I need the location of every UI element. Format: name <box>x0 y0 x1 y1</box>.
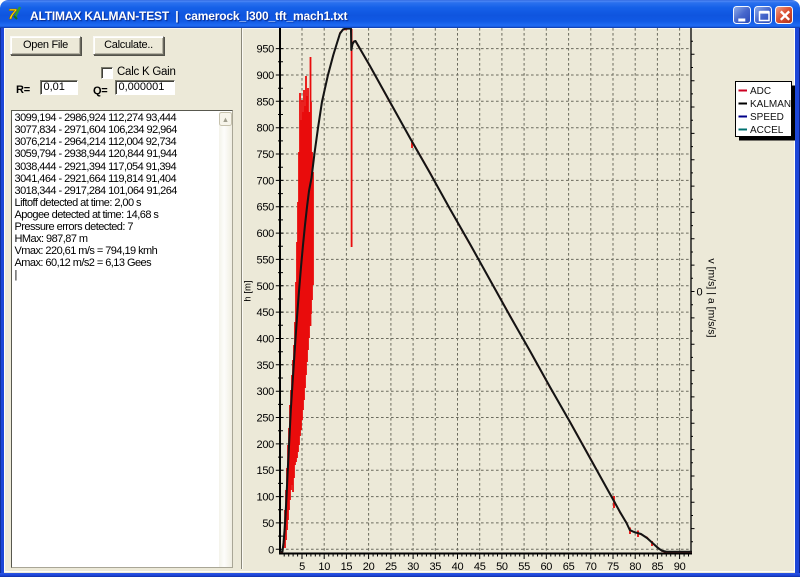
svg-text:400: 400 <box>257 334 275 346</box>
svg-text:900: 900 <box>257 70 275 82</box>
svg-text:45: 45 <box>474 561 486 573</box>
svg-text:ACCEL: ACCEL <box>750 125 784 136</box>
svg-text:500: 500 <box>257 281 275 293</box>
svg-text:SPEED: SPEED <box>750 112 784 123</box>
svg-text:50: 50 <box>496 561 508 573</box>
svg-text:800: 800 <box>257 123 275 135</box>
svg-text:0: 0 <box>697 287 703 299</box>
svg-text:60: 60 <box>540 561 552 573</box>
svg-text:450: 450 <box>257 307 275 319</box>
svg-text:850: 850 <box>257 96 275 108</box>
svg-text:25: 25 <box>385 561 397 573</box>
svg-text:950: 950 <box>257 44 275 56</box>
svg-text:55: 55 <box>518 561 530 573</box>
svg-text:350: 350 <box>257 360 275 372</box>
svg-text:150: 150 <box>257 465 275 477</box>
svg-text:650: 650 <box>257 202 275 214</box>
svg-text:0: 0 <box>268 544 274 556</box>
svg-text:700: 700 <box>257 175 275 187</box>
svg-text:65: 65 <box>563 561 575 573</box>
svg-text:v [m/s] | a [m/s/s]: v [m/s] | a [m/s/s] <box>706 258 718 337</box>
svg-text:5: 5 <box>299 561 305 573</box>
svg-text:ADC: ADC <box>750 86 771 97</box>
svg-text:50: 50 <box>262 518 274 530</box>
svg-text:750: 750 <box>257 149 275 161</box>
svg-text:35: 35 <box>429 561 441 573</box>
svg-text:250: 250 <box>257 413 275 425</box>
svg-text:550: 550 <box>257 254 275 266</box>
svg-text:600: 600 <box>257 228 275 240</box>
svg-text:15: 15 <box>341 561 353 573</box>
svg-text:300: 300 <box>257 386 275 398</box>
svg-text:h [m]: h [m] <box>243 280 254 301</box>
svg-text:70: 70 <box>585 561 597 573</box>
svg-text:30: 30 <box>407 561 419 573</box>
svg-text:10: 10 <box>318 561 330 573</box>
svg-text:KALMAN: KALMAN <box>750 99 791 110</box>
svg-text:20: 20 <box>363 561 375 573</box>
svg-text:90: 90 <box>674 561 686 573</box>
svg-text:200: 200 <box>257 439 275 451</box>
svg-text:85: 85 <box>652 561 664 573</box>
svg-text:40: 40 <box>452 561 464 573</box>
svg-text:80: 80 <box>629 561 641 573</box>
svg-text:100: 100 <box>257 492 275 504</box>
svg-text:75: 75 <box>607 561 619 573</box>
